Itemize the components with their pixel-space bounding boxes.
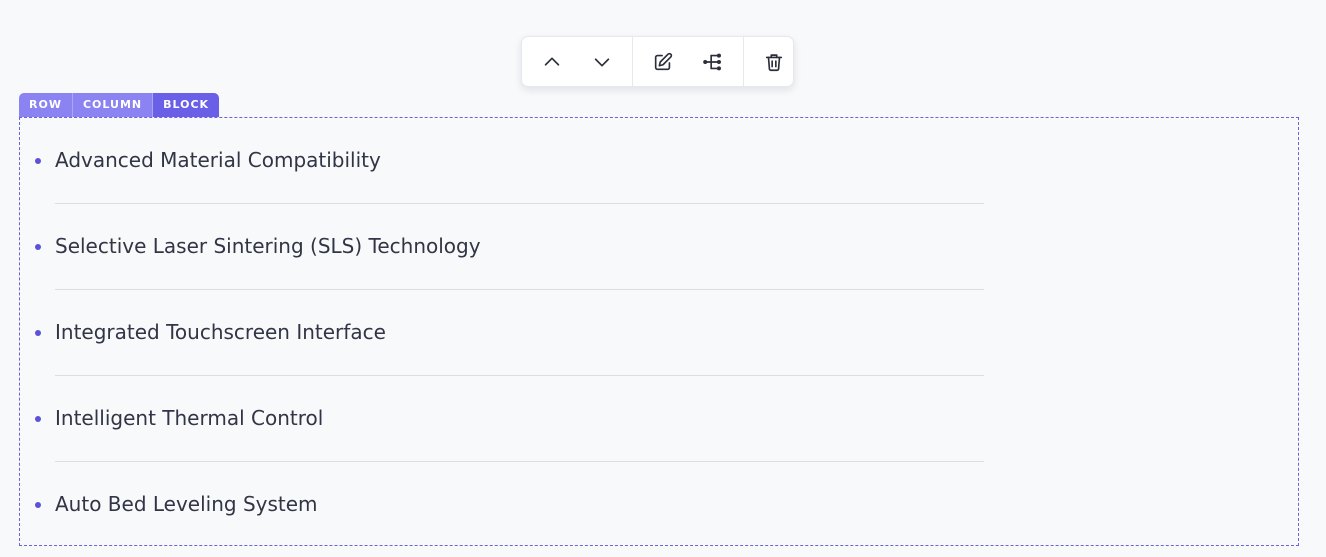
list-item[interactable]: Selective Laser Sintering (SLS) Technolo…: [20, 204, 984, 290]
toolbar-delete-group: [743, 37, 804, 86]
bullet-icon: [35, 416, 41, 422]
edit-icon: [654, 52, 673, 70]
list-item-text: Integrated Touchscreen Interface: [55, 320, 386, 344]
breadcrumb-column[interactable]: COLUMN: [72, 93, 154, 117]
bullet-icon: [35, 158, 41, 164]
list-item[interactable]: Auto Bed Leveling System: [20, 462, 984, 548]
block-toolbar: [521, 36, 794, 87]
toolbar-move-group: [522, 37, 632, 86]
list-item-text: Advanced Material Compatibility: [55, 148, 381, 172]
list-item-text: Selective Laser Sintering (SLS) Technolo…: [55, 234, 481, 258]
edit-button[interactable]: [638, 42, 688, 82]
selected-block[interactable]: Advanced Material Compatibility Selectiv…: [19, 117, 1299, 546]
bullet-icon: [35, 244, 41, 250]
trash-icon: [765, 53, 783, 71]
bullet-icon: [35, 330, 41, 336]
breadcrumb-row[interactable]: ROW: [19, 93, 73, 117]
chevron-up-icon: [544, 57, 560, 66]
list-item[interactable]: Intelligent Thermal Control: [20, 376, 984, 462]
breadcrumb-block[interactable]: BLOCK: [153, 93, 220, 117]
bullet-icon: [35, 502, 41, 508]
list-item[interactable]: Advanced Material Compatibility: [20, 118, 984, 204]
navigator-button[interactable]: [688, 42, 738, 82]
move-up-button[interactable]: [527, 42, 577, 82]
delete-button[interactable]: [749, 42, 799, 82]
list-item-text: Auto Bed Leveling System: [55, 492, 318, 516]
chevron-down-icon: [594, 57, 610, 66]
tree-icon: [703, 53, 721, 70]
toolbar-edit-group: [632, 37, 743, 86]
move-down-button[interactable]: [577, 42, 627, 82]
list-item[interactable]: Integrated Touchscreen Interface: [20, 290, 984, 376]
list-item-text: Intelligent Thermal Control: [55, 406, 324, 430]
breadcrumb: ROW COLUMN BLOCK: [19, 93, 220, 117]
